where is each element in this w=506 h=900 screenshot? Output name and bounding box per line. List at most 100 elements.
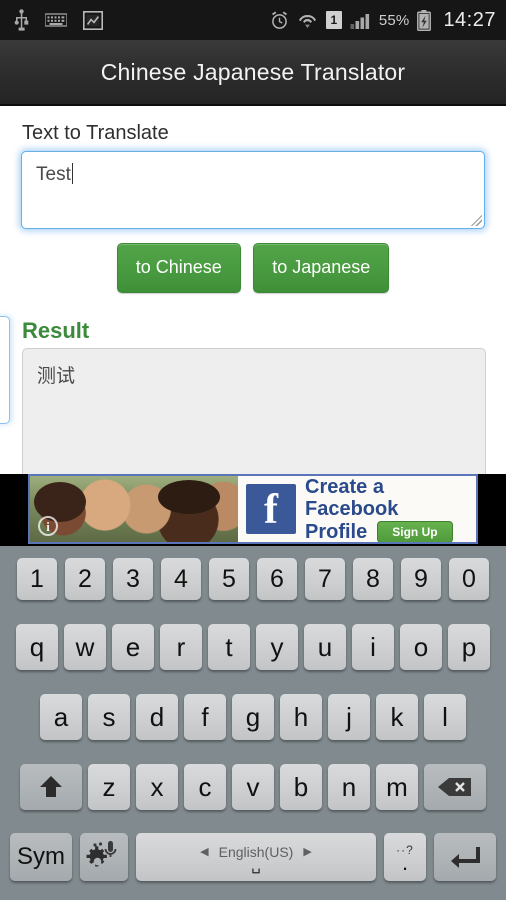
key-f[interactable]: f	[184, 694, 226, 740]
key-x[interactable]: x	[136, 764, 178, 810]
facebook-ad-banner[interactable]: i f Create a Facebook Profile Sign Up	[28, 474, 478, 544]
shift-arrow-icon	[40, 776, 62, 797]
key-7[interactable]: 7	[305, 558, 345, 600]
key-9[interactable]: 9	[401, 558, 441, 600]
status-bar-clock: 14:27	[443, 8, 496, 31]
ad-signup-button[interactable]: Sign Up	[377, 520, 453, 542]
key-b[interactable]: b	[280, 764, 322, 810]
wifi-icon	[298, 14, 316, 28]
symbols-key[interactable]: Sym	[10, 833, 72, 881]
keyboard-row-numbers: 1 2 3 4 5 6 7 8 9 0	[0, 546, 506, 612]
key-e[interactable]: e	[112, 624, 154, 670]
key-g[interactable]: g	[232, 694, 274, 740]
key-l[interactable]: l	[424, 694, 466, 740]
enter-arrow-icon	[451, 847, 480, 868]
key-w[interactable]: w	[64, 624, 106, 670]
main-content: Text to Translate Test to Chinese to Jap…	[0, 108, 506, 474]
ad-photo-detail	[158, 480, 220, 514]
ad-photo: i	[30, 476, 238, 542]
app-title-bar: Chinese Japanese Translator	[0, 40, 506, 106]
textarea-resize-handle[interactable]	[471, 215, 482, 226]
key-2[interactable]: 2	[65, 558, 105, 600]
key-v[interactable]: v	[232, 764, 274, 810]
key-y[interactable]: y	[256, 624, 298, 670]
ad-banner-zone: i f Create a Facebook Profile Sign Up	[0, 474, 506, 546]
usb-icon	[14, 9, 29, 31]
key-z[interactable]: z	[88, 764, 130, 810]
key-c[interactable]: c	[184, 764, 226, 810]
next-language-icon[interactable]: ▶	[303, 845, 311, 858]
screenshot-icon	[83, 10, 103, 30]
keyboard-row-qwerty: q w e r t y u i o p	[0, 612, 506, 682]
prev-language-icon[interactable]: ◀	[200, 845, 208, 858]
ad-photo-detail	[34, 482, 86, 522]
key-q[interactable]: q	[16, 624, 58, 670]
virtual-keyboard: 1 2 3 4 5 6 7 8 9 0 q w e r t y u i o p …	[0, 546, 506, 900]
ad-headline-row2: Profile Sign Up	[305, 520, 476, 543]
text-to-translate-field-wrap: Test	[21, 151, 485, 229]
phone-screen: 1 55% 14:27 Chinese Japanese Translator …	[0, 0, 506, 900]
ad-headline-line2: Profile	[305, 520, 368, 543]
key-m[interactable]: m	[376, 764, 418, 810]
text-to-translate-input[interactable]: Test	[21, 151, 485, 229]
text-caret	[71, 163, 73, 184]
offscreen-field-edge	[0, 316, 10, 424]
key-j[interactable]: j	[328, 694, 370, 740]
key-r[interactable]: r	[160, 624, 202, 670]
ad-headline-line1: Create a Facebook	[305, 475, 399, 520]
key-0[interactable]: 0	[449, 558, 489, 600]
sim-indicator: 1	[325, 11, 342, 29]
battery-charging-icon	[417, 9, 432, 31]
result-value: 测试	[37, 366, 76, 387]
period-key[interactable]: ··? .	[384, 833, 426, 881]
battery-percent-label: 55%	[378, 11, 410, 29]
page-title: Chinese Japanese Translator	[100, 58, 406, 85]
key-h[interactable]: h	[280, 694, 322, 740]
key-1[interactable]: 1	[17, 558, 57, 600]
ad-info-icon[interactable]: i	[38, 516, 58, 536]
enter-key[interactable]	[434, 833, 496, 881]
keyboard-row-bottom: Sym ◀ English(US) ▶ ␣ ··? .	[0, 822, 506, 892]
shift-key[interactable]	[20, 764, 82, 810]
key-o[interactable]: o	[400, 624, 442, 670]
space-key[interactable]: ◀ English(US) ▶ ␣	[136, 833, 376, 881]
key-u[interactable]: u	[304, 624, 346, 670]
to-japanese-button[interactable]: to Japanese	[253, 243, 390, 293]
key-n[interactable]: n	[328, 764, 370, 810]
ad-copy-area: f Create a Facebook Profile Sign Up	[238, 476, 476, 542]
key-d[interactable]: d	[136, 694, 178, 740]
key-5[interactable]: 5	[209, 558, 249, 600]
ad-text-block: Create a Facebook Profile Sign Up	[296, 475, 476, 543]
key-i[interactable]: i	[352, 624, 394, 670]
result-label: Result	[22, 318, 90, 343]
space-glyph-icon: ␣	[251, 856, 261, 874]
key-4[interactable]: 4	[161, 558, 201, 600]
translate-buttons-row: to Chinese to Japanese	[0, 243, 506, 293]
signal-bars-icon	[350, 13, 369, 29]
alarm-icon	[271, 10, 287, 29]
backspace-key[interactable]	[424, 764, 486, 810]
backspace-icon	[438, 778, 471, 796]
period-key-label: .	[401, 849, 409, 875]
key-p[interactable]: p	[448, 624, 490, 670]
result-output-box[interactable]: 测试	[22, 348, 486, 474]
key-s[interactable]: s	[88, 694, 130, 740]
settings-key[interactable]	[80, 833, 128, 881]
keyboard-icon	[45, 13, 67, 27]
status-bar-left-icons	[0, 9, 103, 31]
to-chinese-button[interactable]: to Chinese	[116, 243, 241, 293]
gear-mic-icon	[86, 841, 117, 867]
text-to-translate-value: Test	[36, 163, 73, 185]
key-k[interactable]: k	[376, 694, 418, 740]
key-8[interactable]: 8	[353, 558, 393, 600]
key-t[interactable]: t	[208, 624, 250, 670]
keyboard-row-zxcv: z x c v b n m	[0, 752, 506, 822]
status-bar-right-icons: 1 55% 14:27	[270, 9, 506, 32]
key-6[interactable]: 6	[257, 558, 297, 600]
key-a[interactable]: a	[40, 694, 82, 740]
facebook-logo-icon: f	[246, 484, 296, 534]
keyboard-row-asdf: a s d f g h j k l	[0, 682, 506, 752]
status-bar: 1 55% 14:27	[0, 0, 506, 40]
key-3[interactable]: 3	[113, 558, 153, 600]
text-to-translate-label: Text to Translate	[22, 122, 169, 144]
